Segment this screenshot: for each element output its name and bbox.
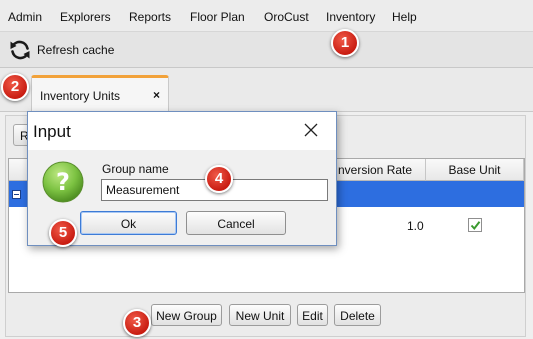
help-question-icon: ? <box>42 161 84 203</box>
dialog-titlebar[interactable]: Input <box>28 112 336 150</box>
refresh-icon <box>10 40 30 60</box>
menu-inventory[interactable]: Inventory <box>326 10 375 24</box>
table-header-base-unit[interactable]: Base Unit <box>426 159 524 181</box>
checkmark-icon <box>470 221 481 231</box>
dialog-title: Input <box>33 122 71 141</box>
menu-bar: Admin Explorers Reports Floor Plan OroCu… <box>0 0 533 32</box>
cancel-button[interactable]: Cancel <box>186 211 286 235</box>
svg-text:?: ? <box>56 168 70 196</box>
delete-button[interactable]: Delete <box>334 304 381 326</box>
tab-close-icon[interactable]: × <box>153 88 160 102</box>
table-cell-conversion-rate: 1.0 <box>407 219 424 233</box>
ok-button[interactable]: Ok <box>80 211 177 235</box>
tab-label: Inventory Units <box>40 89 121 103</box>
menu-admin[interactable]: Admin <box>8 10 42 24</box>
menu-orocust[interactable]: OroCust <box>264 10 309 24</box>
menu-explorers[interactable]: Explorers <box>60 10 111 24</box>
edit-button[interactable]: Edit <box>297 304 328 326</box>
collapse-toggle-icon[interactable] <box>12 190 21 199</box>
callout-3: 3 <box>123 309 151 337</box>
menu-help[interactable]: Help <box>392 10 417 24</box>
base-unit-checkbox[interactable] <box>468 218 482 232</box>
new-group-button[interactable]: New Group <box>151 304 222 326</box>
callout-4: 4 <box>205 165 233 193</box>
toolbar: Refresh cache <box>0 32 533 68</box>
menu-reports[interactable]: Reports <box>129 10 171 24</box>
table-header-conversion-rate[interactable]: nversion Rate <box>334 159 426 181</box>
refresh-cache-label: Refresh cache <box>37 43 115 57</box>
tab-inventory-units[interactable]: Inventory Units × <box>31 75 169 111</box>
callout-5: 5 <box>49 219 77 247</box>
group-name-label: Group name <box>102 162 169 176</box>
refresh-cache-button[interactable]: Refresh cache <box>8 37 114 63</box>
callout-1: 1 <box>331 29 359 57</box>
new-unit-button[interactable]: New Unit <box>229 304 291 326</box>
callout-2: 2 <box>1 73 29 101</box>
close-icon[interactable] <box>303 122 319 138</box>
menu-floor-plan[interactable]: Floor Plan <box>190 10 245 24</box>
